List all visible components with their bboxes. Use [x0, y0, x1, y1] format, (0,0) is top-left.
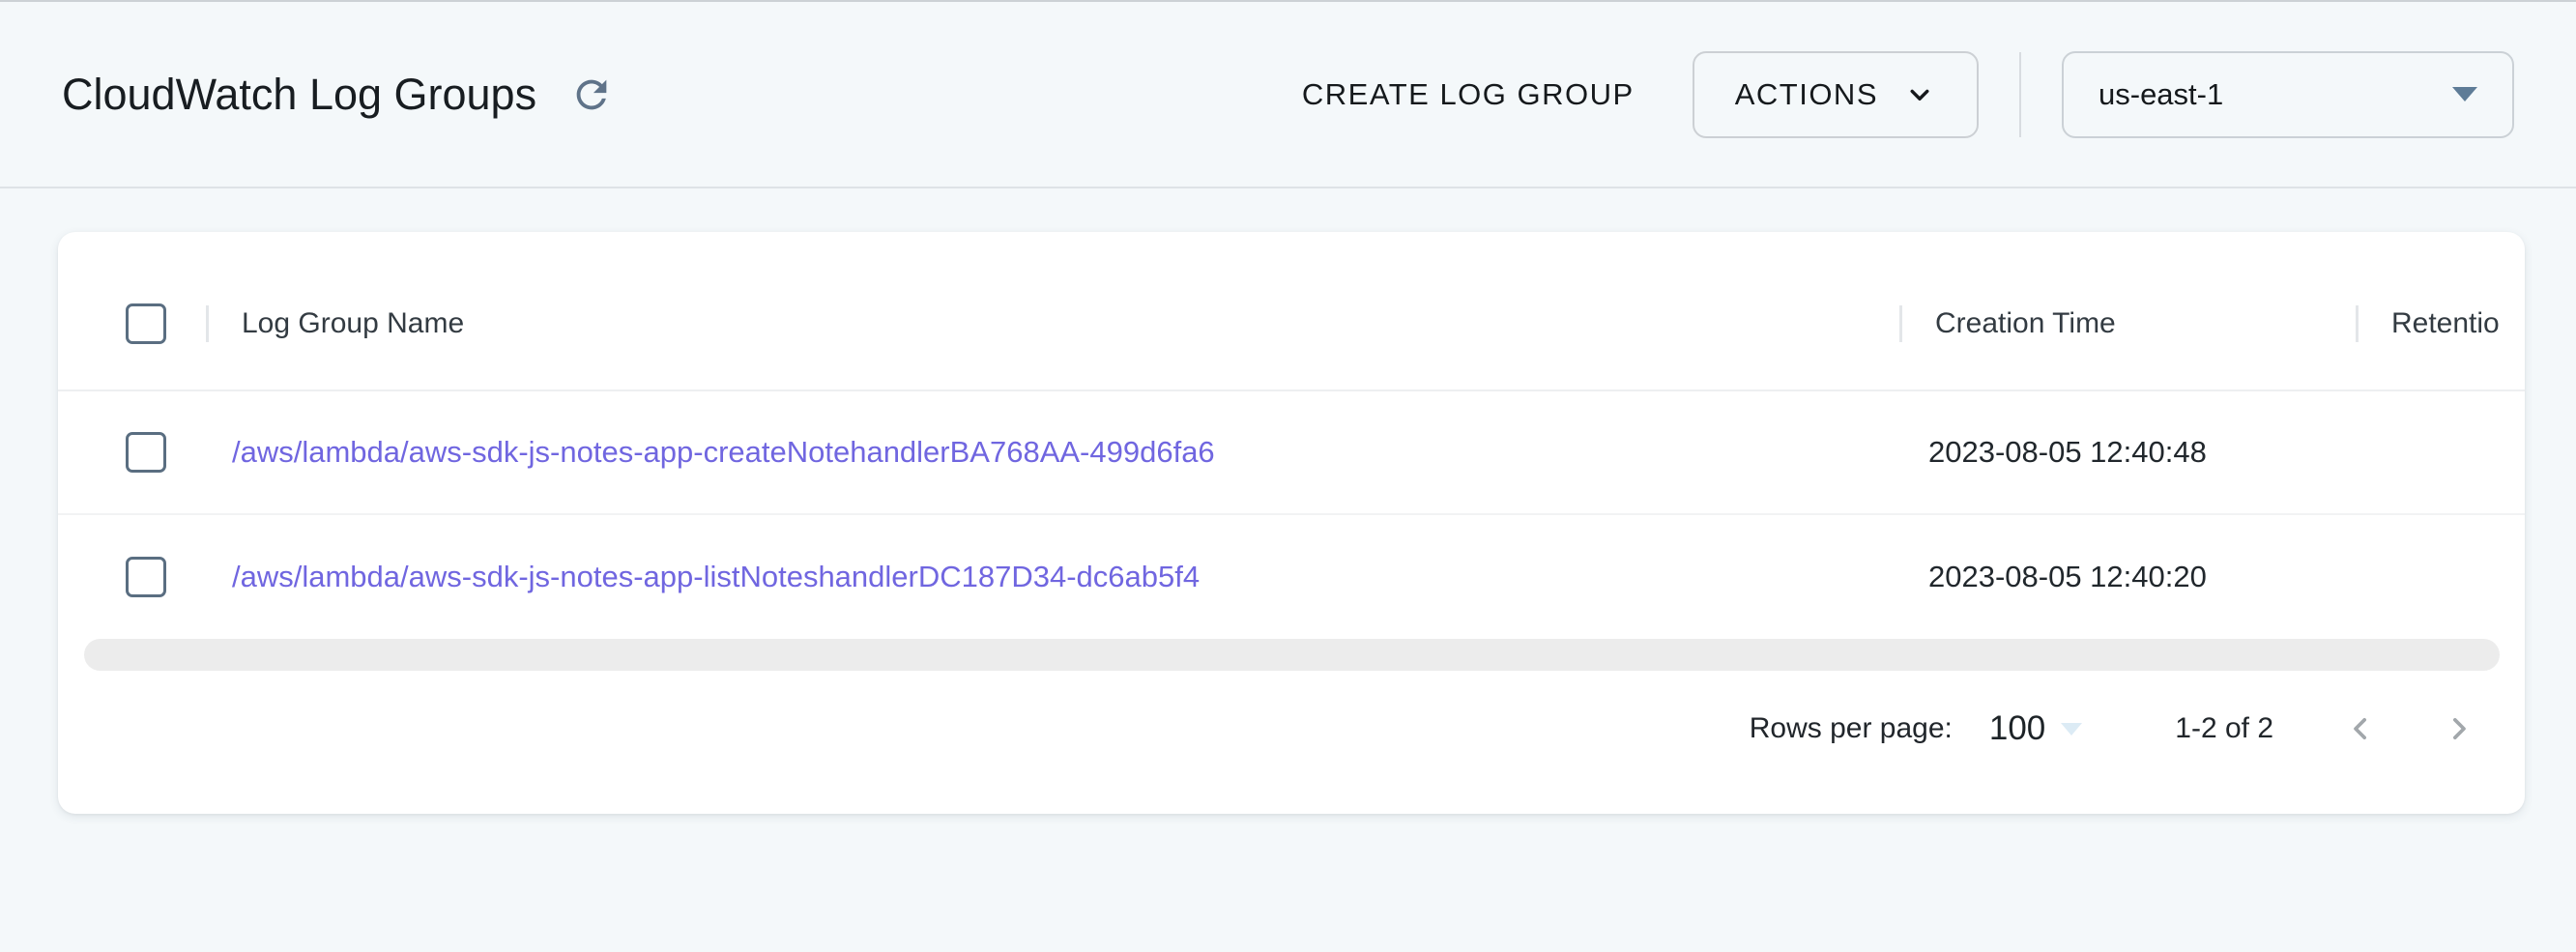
row-checkbox[interactable]	[126, 432, 166, 473]
chevron-down-icon	[1903, 78, 1936, 111]
column-divider	[1899, 305, 1902, 342]
select-all-checkbox[interactable]	[126, 303, 166, 344]
app-window: CloudWatch Log Groups CREATE LOG GROUP A…	[0, 0, 2576, 952]
header-cell-creation-time: Creation Time	[1899, 305, 2356, 342]
row-cell-select	[58, 432, 206, 473]
pagination-range: 1-2 of 2	[2175, 712, 2273, 745]
rows-per-page-value: 100	[1989, 709, 2045, 748]
column-header-retention[interactable]: Retentio	[2391, 307, 2500, 340]
creation-time-value: 2023-08-05 12:40:20	[1928, 560, 2207, 594]
refresh-button[interactable]	[569, 72, 614, 117]
rows-per-page-select[interactable]: 100	[1989, 709, 2082, 748]
table-header-row: Log Group Name Creation Time Retentio	[58, 232, 2525, 391]
row-cell-creation-time: 2023-08-05 12:40:20	[1899, 560, 2356, 594]
column-divider	[206, 305, 209, 342]
row-cell-log-group-name: /aws/lambda/aws-sdk-js-notes-app-listNot…	[206, 560, 1899, 594]
log-group-link[interactable]: /aws/lambda/aws-sdk-js-notes-app-listNot…	[232, 560, 1200, 594]
column-header-log-group-name[interactable]: Log Group Name	[242, 307, 464, 340]
row-cell-creation-time: 2023-08-05 12:40:48	[1899, 435, 2356, 470]
chevron-left-icon	[2341, 709, 2380, 748]
region-value: us-east-1	[2098, 77, 2223, 112]
log-groups-card: Log Group Name Creation Time Retentio /a…	[58, 232, 2525, 814]
creation-time-value: 2023-08-05 12:40:48	[1928, 435, 2207, 470]
actions-button-label: ACTIONS	[1735, 77, 1878, 112]
table-row: /aws/lambda/aws-sdk-js-notes-app-listNot…	[58, 515, 2525, 639]
region-select[interactable]: us-east-1	[2062, 51, 2514, 138]
header-cell-select	[58, 303, 206, 344]
horizontal-scrollbar[interactable]	[84, 639, 2500, 671]
column-divider	[2356, 305, 2359, 342]
log-group-link[interactable]: /aws/lambda/aws-sdk-js-notes-app-createN…	[232, 435, 1215, 470]
refresh-icon	[569, 72, 614, 117]
caret-down-icon	[2452, 87, 2477, 101]
page-header: CloudWatch Log Groups CREATE LOG GROUP A…	[0, 2, 2576, 188]
header-cell-log-group-name: Log Group Name	[206, 305, 1899, 342]
header-divider	[2019, 52, 2021, 137]
pagination: Rows per page: 100 1-2 of 2	[58, 671, 2525, 787]
row-checkbox[interactable]	[126, 557, 166, 597]
chevron-right-icon	[2440, 709, 2478, 748]
header-cell-retention: Retentio	[2356, 305, 2525, 342]
column-header-creation-time[interactable]: Creation Time	[1935, 307, 2116, 340]
row-cell-select	[58, 557, 206, 597]
page-title: CloudWatch Log Groups	[62, 70, 536, 120]
previous-page-button[interactable]	[2341, 709, 2380, 748]
table-row: /aws/lambda/aws-sdk-js-notes-app-createN…	[58, 391, 2525, 515]
caret-down-icon	[2061, 723, 2082, 736]
create-log-group-button[interactable]: CREATE LOG GROUP	[1279, 77, 1658, 112]
rows-per-page-label: Rows per page:	[1750, 712, 1953, 745]
row-cell-log-group-name: /aws/lambda/aws-sdk-js-notes-app-createN…	[206, 435, 1899, 470]
actions-button[interactable]: ACTIONS	[1693, 51, 1979, 138]
next-page-button[interactable]	[2440, 709, 2478, 748]
